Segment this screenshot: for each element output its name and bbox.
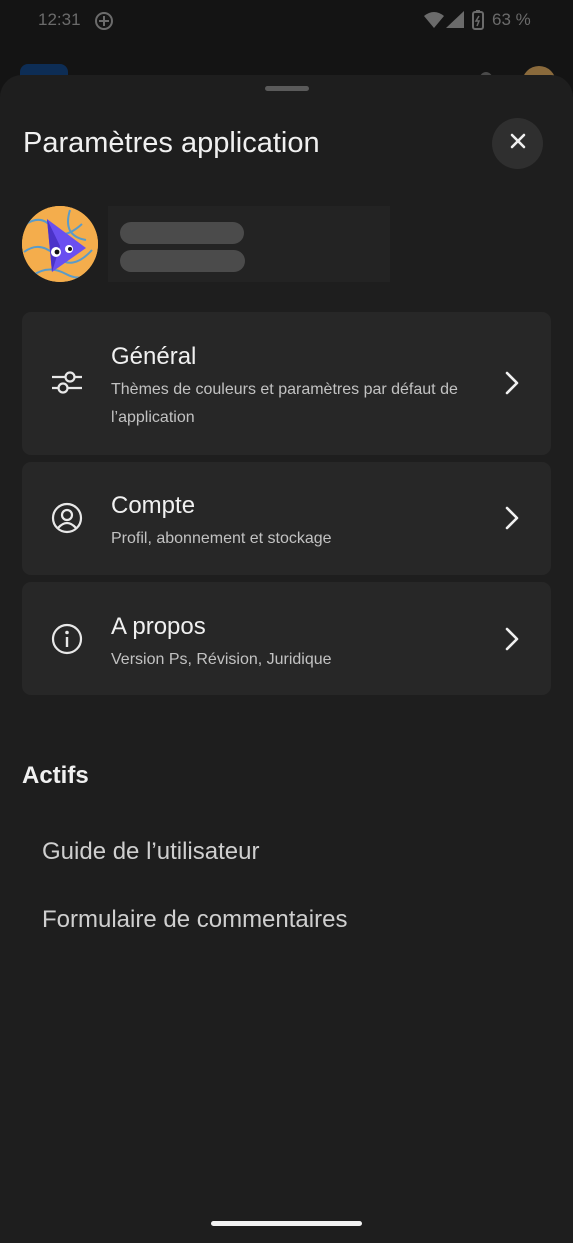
info-icon: [50, 622, 84, 656]
battery-icon: [472, 10, 484, 35]
menu-item-account[interactable]: Compte Profil, abonnement et stockage: [22, 462, 551, 575]
chevron-right-icon: [502, 369, 522, 397]
menu-item-about[interactable]: A propos Version Ps, Révision, Juridique: [22, 582, 551, 695]
drag-handle[interactable]: [265, 86, 309, 91]
settings-sheet: Paramètres application Général Thèmes de…: [0, 75, 573, 1243]
close-button[interactable]: [492, 118, 543, 169]
status-bar: 12:31 63 %: [0, 0, 573, 42]
menu-item-title: Général: [111, 343, 197, 370]
user-guide-link[interactable]: Guide de l’utilisateur: [42, 838, 259, 866]
menu-item-subtitle: Profil, abonnement et stockage: [111, 530, 332, 547]
sync-icon: [93, 10, 115, 32]
wifi-icon: [424, 11, 444, 33]
section-title-assets: Actifs: [22, 762, 89, 789]
sliders-icon: [50, 365, 84, 399]
close-icon: [509, 132, 527, 155]
chevron-right-icon: [502, 625, 522, 653]
email-placeholder-bar: [120, 250, 245, 272]
signal-icon: [446, 11, 464, 33]
profile-name-placeholder: [108, 206, 390, 282]
home-indicator[interactable]: [211, 1221, 362, 1226]
avatar[interactable]: [22, 206, 98, 282]
menu-item-subtitle: Thèmes de couleurs et paramètres par déf…: [111, 381, 458, 426]
battery-percent: 63 %: [492, 10, 531, 29]
chevron-right-icon: [502, 504, 522, 532]
account-icon: [50, 501, 84, 535]
menu-item-title: A propos: [111, 613, 206, 640]
name-placeholder-bar: [120, 222, 244, 244]
menu-item-subtitle: Version Ps, Révision, Juridique: [111, 651, 332, 668]
menu-item-title: Compte: [111, 492, 196, 519]
sheet-title: Paramètres application: [23, 127, 320, 159]
menu-item-general[interactable]: Général Thèmes de couleurs et paramètres…: [22, 312, 551, 455]
feedback-form-link[interactable]: Formulaire de commentaires: [42, 906, 347, 934]
status-time: 12:31: [38, 10, 81, 29]
